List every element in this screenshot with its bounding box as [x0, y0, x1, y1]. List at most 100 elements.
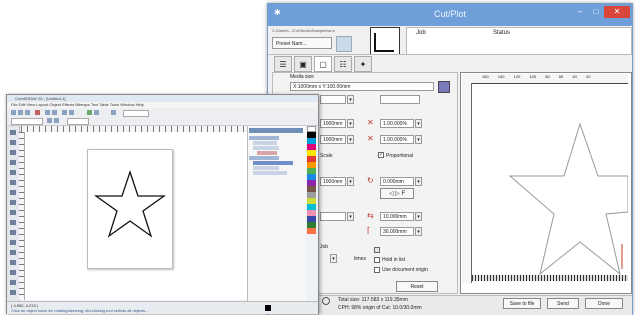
origin-field-left[interactable]	[320, 212, 346, 221]
maximize-button[interactable]: □	[588, 6, 604, 18]
zoom-icon[interactable]	[322, 297, 330, 305]
eyedropper-tool-icon[interactable]	[10, 270, 16, 275]
star-path[interactable]	[93, 169, 167, 238]
offset-spinner[interactable]: ▾	[347, 177, 354, 186]
hold-in-list-checkbox[interactable]	[374, 257, 380, 263]
ruler-tick: 20	[585, 74, 591, 79]
tab-tiling[interactable]: ☷	[334, 56, 352, 72]
origin-spinner-left[interactable]: ▾	[347, 212, 354, 221]
text-tool-icon[interactable]	[10, 220, 16, 225]
origin-x-field[interactable]: 10.000mm	[380, 212, 414, 221]
tree-item[interactable]	[253, 141, 277, 145]
connector-tool-icon[interactable]	[10, 250, 16, 255]
media-size-icon[interactable]	[438, 81, 450, 93]
mirror-buttons[interactable]: ◁ ▷ F	[380, 188, 414, 199]
crop-tool-icon[interactable]	[10, 150, 16, 155]
fill-tool-icon[interactable]	[10, 290, 16, 295]
page-size-select[interactable]	[11, 118, 43, 125]
units-select[interactable]	[67, 118, 89, 125]
dimension-tool-icon[interactable]	[10, 240, 16, 245]
done-button[interactable]: Done	[585, 298, 623, 309]
scale-y-field[interactable]: 1.00.000%	[380, 135, 414, 144]
copy-icon[interactable]	[52, 110, 57, 115]
swatch[interactable]	[307, 228, 316, 234]
use-document-origin-checkbox[interactable]	[374, 267, 380, 273]
rotation-field[interactable]: 0.000mm	[380, 177, 414, 186]
zoom-icon[interactable]	[111, 110, 116, 115]
polygon-tool-icon[interactable]	[10, 210, 16, 215]
size-field-disabled-1	[320, 95, 346, 104]
scale-y-spinner[interactable]: ▾	[415, 135, 422, 144]
copies-label: Job	[320, 244, 329, 250]
scale-x-field[interactable]: 1.00.000%	[380, 119, 414, 128]
object-tree[interactable]	[249, 135, 303, 180]
height-spinner[interactable]: ▾	[347, 135, 354, 144]
zoom-tool-icon[interactable]	[10, 160, 16, 165]
width-field[interactable]: 1000mm	[320, 119, 346, 128]
preview-canvas[interactable]	[472, 83, 629, 284]
job-list[interactable]	[406, 27, 632, 55]
tree-item[interactable]	[253, 146, 279, 150]
tab-layout[interactable]: ▣	[294, 56, 312, 72]
origin-y-spinner[interactable]: ▾	[415, 227, 422, 236]
rotation-spinner[interactable]: ▾	[415, 177, 422, 186]
tree-item-selected[interactable]	[253, 161, 293, 165]
save-to-file-button[interactable]: Save to file	[503, 298, 541, 309]
origin-x-spinner[interactable]: ▾	[415, 212, 422, 221]
print-icon[interactable]	[35, 110, 40, 115]
width-spinner[interactable]: ▾	[347, 119, 354, 128]
minimize-button[interactable]: –	[572, 6, 588, 18]
offset-field[interactable]: 1000mm	[320, 177, 346, 186]
open-icon[interactable]	[18, 110, 23, 115]
ellipse-tool-icon[interactable]	[10, 200, 16, 205]
spinner[interactable]: ▾	[347, 95, 354, 104]
table-tool-icon[interactable]	[10, 230, 16, 235]
effects-tool-icon[interactable]	[10, 260, 16, 265]
pick-tool-icon[interactable]	[10, 130, 16, 135]
send-button[interactable]: Send	[547, 298, 579, 309]
export-icon[interactable]	[94, 110, 99, 115]
hold-in-list-label: Hold in list	[382, 257, 406, 263]
use-document-origin-label: Use document origin	[382, 267, 428, 273]
save-icon[interactable]	[25, 110, 30, 115]
tree-item[interactable]	[257, 151, 277, 155]
tree-item[interactable]	[253, 171, 287, 175]
shape-tool-icon[interactable]	[10, 140, 16, 145]
rectangle-tool-icon[interactable]	[10, 190, 16, 195]
star-object[interactable]	[88, 150, 172, 268]
corel-titlebar[interactable]: CorelDRAW X6 - [Untitled-1]	[7, 95, 318, 102]
document-page[interactable]	[87, 149, 173, 269]
portrait-icon[interactable]	[47, 118, 52, 123]
reset-button[interactable]: Reset	[396, 281, 438, 292]
undo-icon[interactable]	[62, 110, 67, 115]
scale-x-spinner[interactable]: ▾	[415, 119, 422, 128]
preset-dropdown[interactable]: Preset Nam...	[272, 37, 332, 49]
landscape-icon[interactable]	[54, 118, 59, 123]
tab-options[interactable]: ✦	[354, 56, 372, 72]
import-icon[interactable]	[87, 110, 92, 115]
outline-tool-icon[interactable]	[10, 280, 16, 285]
media-size-label: Media size	[290, 74, 314, 80]
smart-fill-tool-icon[interactable]	[10, 180, 16, 185]
close-button[interactable]: ✕	[604, 6, 630, 18]
proportional-checkbox[interactable]: ✓	[378, 152, 384, 158]
zoom-level-select[interactable]	[123, 110, 149, 117]
tab-cut-settings[interactable]: ☰	[274, 56, 292, 72]
tab-scale[interactable]: ▢	[314, 56, 332, 72]
tree-item[interactable]	[253, 166, 279, 170]
copies-spinner[interactable]: ▾	[330, 254, 337, 263]
freehand-tool-icon[interactable]	[10, 170, 16, 175]
star-outline	[508, 122, 629, 276]
redo-icon[interactable]	[69, 110, 74, 115]
tree-item[interactable]	[249, 156, 279, 160]
tree-item[interactable]	[249, 136, 279, 140]
preset-settings-icon[interactable]	[336, 36, 352, 52]
origin-y-field[interactable]: 30.000mm	[380, 227, 414, 236]
height-field[interactable]: 1000mm	[320, 135, 346, 144]
cutplot-window: ✱ Cut/Plot – □ ✕ C:\Users\...\CutStudio\…	[267, 3, 633, 315]
cut-icon[interactable]	[45, 110, 50, 115]
times-label: times	[354, 256, 366, 262]
media-size-select[interactable]: X:1000mm x Y:100.00mm	[290, 82, 434, 91]
new-icon[interactable]	[11, 110, 16, 115]
divider	[268, 54, 632, 55]
